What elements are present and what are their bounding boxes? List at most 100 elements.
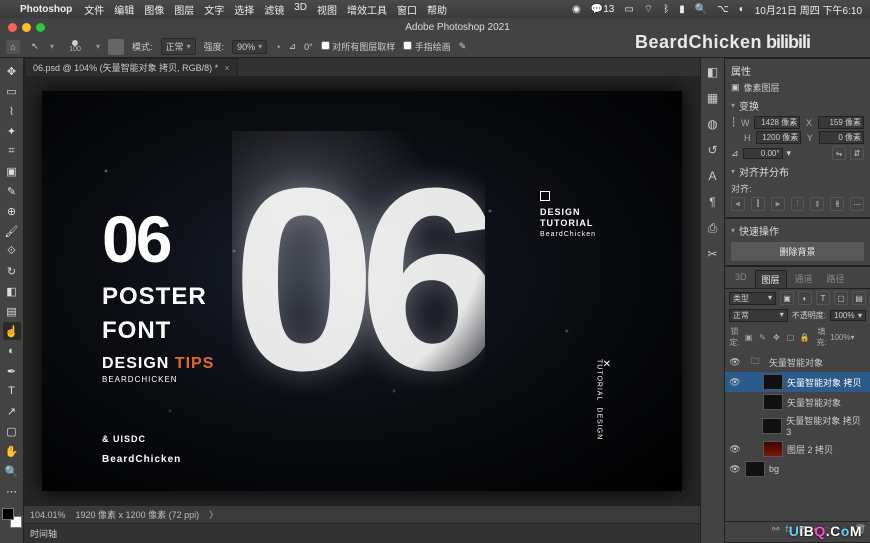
filter-kind-dropdown[interactable]: 类型▾ [729, 292, 776, 305]
brush-panel-icon[interactable] [108, 39, 124, 55]
align-top-button[interactable]: ⫶ [791, 197, 805, 211]
adjust-panel-icon[interactable]: ✂ [705, 246, 721, 262]
crop-tool[interactable]: ⌗ [3, 142, 21, 160]
dodge-tool[interactable]: ◐ [3, 342, 21, 360]
flip-v-button[interactable]: ⇵ [850, 146, 864, 160]
align-right-button[interactable]: ⫸ [771, 197, 785, 211]
filter-smart-icon[interactable]: ▤ [852, 291, 866, 305]
constrain-icon[interactable]: ┆ [731, 117, 736, 128]
fg-bg-swatch[interactable] [2, 508, 22, 528]
y-field[interactable]: 0 像素 [819, 131, 864, 144]
wifi-icon[interactable]: ⌔ [644, 3, 653, 16]
mac-menu-item[interactable]: 3D [294, 2, 307, 17]
eyedropper-tool[interactable]: ✎ [3, 182, 21, 200]
layer-row[interactable]: 矢量智能对象 拷贝 3 [725, 412, 870, 439]
strength-field[interactable]: 90% ▾ [232, 40, 267, 54]
brush-chevron-icon[interactable]: ▾ [96, 42, 100, 51]
layer-row[interactable]: 矢量智能对象 [725, 392, 870, 412]
fg-color-swatch[interactable] [2, 508, 14, 520]
lock-nest-icon[interactable]: ▢ [785, 333, 796, 342]
layer-thumbnail[interactable] [763, 441, 783, 457]
eraser-tool[interactable]: ◧ [3, 282, 21, 300]
caret-down-icon[interactable]: ▾ [731, 226, 735, 235]
mac-menu-item[interactable]: 文件 [84, 2, 104, 17]
visibility-icon[interactable]: 👁 [729, 357, 741, 368]
type-tool[interactable]: T [3, 382, 21, 400]
visibility-icon[interactable]: 👁 [729, 464, 741, 475]
layer-row[interactable]: 👁🗀矢量智能对象 [725, 352, 870, 372]
angle-value[interactable]: 0° [304, 42, 313, 52]
lasso-tool[interactable]: ⌇ [3, 102, 21, 120]
panel-tab[interactable]: 路径 [821, 270, 851, 288]
brush-picker[interactable]: 100 [62, 38, 88, 56]
caret-down-icon[interactable]: ▾ [731, 101, 735, 110]
zoom-readout[interactable]: 104.01% [30, 510, 66, 520]
mac-menu-item[interactable]: 视图 [317, 2, 337, 17]
tool-preset-icon[interactable]: ↖ [28, 40, 42, 54]
shape-tool[interactable]: ▢ [3, 422, 21, 440]
status-display-icon[interactable]: ▭ [624, 4, 633, 15]
chevron-down-icon[interactable]: ▾ [787, 148, 792, 159]
visibility-icon[interactable]: 👁 [729, 377, 741, 388]
timeline-panel[interactable]: 时间轴 [24, 523, 700, 543]
visibility-icon[interactable]: 👁 [729, 444, 741, 455]
fill-field[interactable]: 100%▾ [830, 333, 866, 342]
window-close-button[interactable] [8, 23, 17, 32]
mac-menu-item[interactable]: 编辑 [114, 2, 134, 17]
filter-pixel-icon[interactable]: ▣ [780, 291, 794, 305]
canvas-area[interactable]: 06 06 POSTER FONT DESIGN TIPS BEARDCHICK… [24, 76, 700, 505]
libraries-panel-icon[interactable]: ⎙ [705, 220, 721, 236]
finger-checkbox[interactable]: 手指绘画 [403, 40, 451, 53]
swatches-panel-icon[interactable]: ▦ [705, 90, 721, 106]
mac-menu-item[interactable]: 增效工具 [347, 2, 387, 17]
mac-menu-item[interactable]: 文字 [204, 2, 224, 17]
folder-icon[interactable]: 🗀 [745, 354, 765, 370]
path-tool[interactable]: ↗ [3, 402, 21, 420]
brush-tool[interactable]: 🖌 [3, 222, 21, 240]
filter-adjust-icon[interactable]: ◐ [798, 291, 812, 305]
healing-tool[interactable]: ⊕ [3, 202, 21, 220]
history-brush-tool[interactable]: ↻ [3, 262, 21, 280]
battery-icon[interactable]: ▮ [679, 4, 685, 15]
bluetooth-icon[interactable]: ᛒ [663, 4, 669, 15]
notif-badge[interactable]: 💬13 [591, 4, 615, 15]
flip-h-button[interactable]: ⇋ [832, 146, 846, 160]
mac-menu-item[interactable]: 图像 [144, 2, 164, 17]
frame-tool[interactable]: ▣ [3, 162, 21, 180]
layer-thumbnail[interactable] [763, 374, 783, 390]
tool-preset-chevron-icon[interactable]: ▾ [50, 42, 54, 51]
document-canvas[interactable]: 06 06 POSTER FONT DESIGN TIPS BEARDCHICK… [42, 91, 682, 491]
siri-icon[interactable]: ◐ [739, 4, 745, 15]
gradient-tool[interactable]: ▤ [3, 302, 21, 320]
clock[interactable]: 10月21日 周四 下午6:10 [755, 2, 862, 17]
app-name[interactable]: Photoshop [20, 4, 72, 15]
para-panel-icon[interactable]: ¶ [705, 194, 721, 210]
layer-thumbnail[interactable] [762, 418, 782, 434]
caret-down-icon[interactable]: ▾ [731, 167, 735, 176]
quickselect-tool[interactable]: ✦ [3, 122, 21, 140]
layer-row[interactable]: 👁图层 2 拷贝 [725, 439, 870, 459]
document-tab[interactable]: 06.psd @ 104% (矢量智能对象 拷贝, RGB/8) * × [24, 58, 238, 76]
tab-close-icon[interactable]: × [224, 63, 229, 73]
lock-pixels-icon[interactable]: ✎ [757, 333, 768, 342]
x-field[interactable]: 159 像素 [818, 116, 864, 129]
pen-tool[interactable]: ✒ [3, 362, 21, 380]
zoom-tool[interactable]: 🔍 [3, 462, 21, 480]
mac-menu-item[interactable]: 图层 [174, 2, 194, 17]
hand-tool[interactable]: ✋ [3, 442, 21, 460]
mode-dropdown[interactable]: 正常 ▾ [161, 38, 196, 55]
smudge-tool[interactable]: ☝ [3, 322, 21, 340]
lock-trans-icon[interactable]: ▣ [743, 333, 754, 342]
panel-tab[interactable]: 通道 [789, 270, 819, 288]
controlcenter-icon[interactable]: ⌥ [717, 4, 729, 15]
mac-menu-item[interactable]: 选择 [234, 2, 254, 17]
align-left-button[interactable]: ⫷ [731, 197, 745, 211]
gradients-panel-icon[interactable]: ◍ [705, 116, 721, 132]
filter-type-icon[interactable]: T [816, 291, 830, 305]
color-panel-icon[interactable]: ◧ [705, 64, 721, 80]
lock-all-icon[interactable]: 🔒 [799, 333, 810, 342]
window-minimize-button[interactable] [22, 23, 31, 32]
remove-bg-button[interactable]: 删除背景 [731, 242, 864, 261]
stamp-tool[interactable]: ⟐ [3, 242, 21, 260]
align-vcenter-button[interactable]: ⫾ [810, 197, 824, 211]
